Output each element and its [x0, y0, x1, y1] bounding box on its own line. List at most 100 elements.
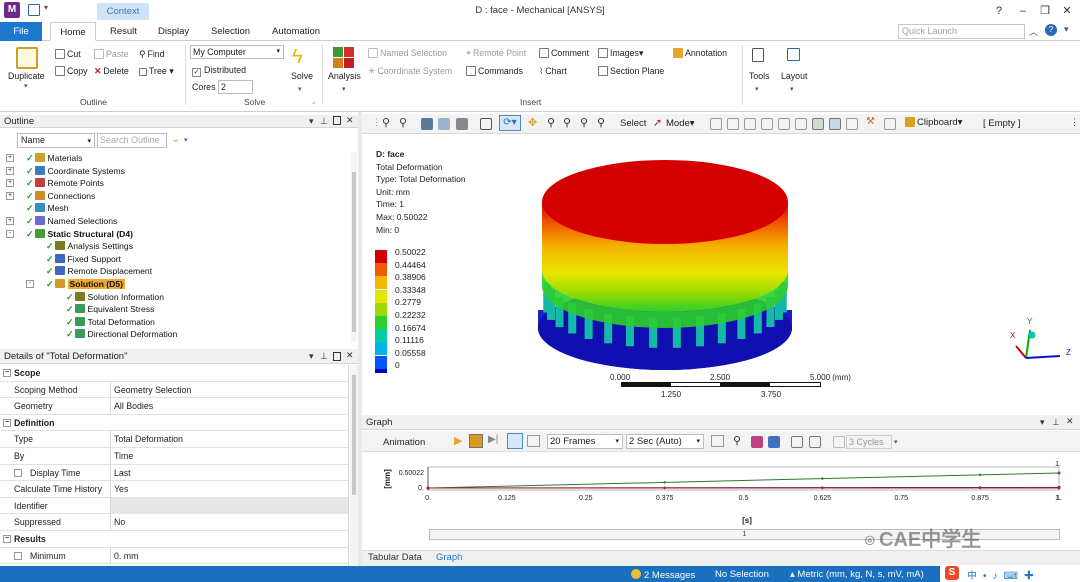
details-row[interactable]: Type Total Deformation	[0, 431, 348, 448]
solve-target-select[interactable]: My Computer ▾	[190, 45, 284, 59]
step-forward-icon[interactable]: ▶|	[488, 434, 498, 445]
tree-item[interactable]: + ✓ Remote Points	[0, 177, 352, 190]
details-row-value[interactable]	[110, 497, 348, 514]
details-row-value[interactable]: Yes	[110, 481, 348, 498]
help-icon[interactable]: ?	[988, 2, 1010, 20]
pane-menu-icon[interactable]: ▾	[309, 116, 314, 127]
pane-menu-icon[interactable]: ▾	[1040, 417, 1045, 428]
expand-icon[interactable]: +	[6, 216, 14, 225]
layout-dropdown-icon[interactable]: ▾	[790, 85, 794, 93]
quick-launch-input[interactable]: Quick Launch	[898, 24, 1025, 39]
scrollbar-thumb[interactable]	[352, 172, 356, 332]
tools-button[interactable]: Tools	[749, 71, 770, 81]
color-scheme-icon[interactable]	[768, 436, 780, 448]
details-row[interactable]: Identifier	[0, 497, 348, 515]
tree-item[interactable]: ✓ Equivalent Stress	[0, 303, 352, 316]
tab-automation[interactable]: Automation	[266, 22, 326, 41]
select-button[interactable]: Select	[620, 118, 646, 129]
details-row-value[interactable]: Total Deformation	[110, 431, 348, 448]
collapse-icon[interactable]: -	[26, 279, 34, 288]
pin-icon[interactable]: ⊥	[320, 351, 328, 362]
outline-search-input[interactable]: Search Outline	[97, 133, 167, 148]
extend-selection-icon[interactable]	[829, 118, 841, 130]
ime-icons[interactable]: 中•♪⌨✚	[967, 567, 1040, 582]
cursor-mode-icon[interactable]: ➚	[653, 116, 662, 129]
chart-button[interactable]: ⌇ Chart	[539, 66, 567, 77]
select-vertex-icon[interactable]	[710, 118, 722, 130]
tree-item[interactable]: - ✓ Static Structural (D4)	[0, 228, 352, 241]
tree-item[interactable]: + ✓ Coordinate Systems	[0, 165, 352, 178]
chart-options-icon[interactable]	[791, 436, 803, 448]
help-button[interactable]: ?	[1045, 24, 1057, 36]
details-row[interactable]: By Time	[0, 447, 348, 465]
commands-button[interactable]: Commands	[466, 66, 523, 76]
coordinate-system-button[interactable]: ✳ Coordinate System	[368, 66, 452, 77]
filter-options-icon[interactable]: ▾	[184, 136, 188, 144]
pan-icon[interactable]: ✥	[528, 116, 537, 129]
pane-menu-icon[interactable]: ▾	[309, 351, 314, 362]
zoom-out-icon[interactable]: ⚲	[399, 116, 407, 129]
tab-tabular-data[interactable]: Tabular Data	[368, 552, 422, 563]
tree-item[interactable]: ✓ Directional Deformation	[0, 328, 352, 341]
expand-icon[interactable]: +	[6, 154, 14, 162]
pin-icon[interactable]: ⊥	[1052, 417, 1060, 428]
rotate-icon[interactable]: ⟳▾	[499, 115, 521, 131]
select-edge-icon[interactable]	[727, 118, 739, 130]
dialog-launcher-icon[interactable]: ⌟	[312, 97, 315, 105]
iso-view-icon[interactable]	[421, 118, 433, 130]
chart-axis-icon[interactable]	[833, 436, 845, 448]
pin-icon[interactable]: ⊥	[320, 116, 328, 127]
details-row-value[interactable]: All Bodies	[110, 398, 348, 415]
view-options-icon[interactable]	[438, 118, 450, 130]
tools-dropdown-icon[interactable]: ▾	[755, 85, 759, 93]
select-body-icon[interactable]	[761, 118, 773, 130]
details-row[interactable]: Minimum 0. mm	[0, 547, 348, 565]
frames-select[interactable]: 20 Frames ▾	[547, 434, 623, 449]
distributed-checkbox[interactable]: ✓ Distributed	[192, 65, 246, 77]
tab-graph[interactable]: Graph	[436, 552, 462, 563]
zoom-icon[interactable]: ⚲	[547, 116, 555, 129]
checkbox-icon[interactable]	[14, 551, 22, 560]
tree-item[interactable]: ✓ Analysis Settings	[0, 240, 352, 253]
label-icon[interactable]	[884, 118, 896, 130]
collapse-icon[interactable]: −	[3, 369, 11, 377]
zoom-reset-icon[interactable]: ⚲	[597, 116, 605, 129]
tree-item[interactable]: - ✓ Solution (D5)	[0, 278, 352, 291]
scrollbar-thumb[interactable]	[352, 375, 356, 495]
zoom-graph-icon[interactable]: ⚲	[733, 434, 741, 447]
select-element-icon[interactable]	[795, 118, 807, 130]
select-all-icon[interactable]	[846, 118, 858, 130]
clipboard-button[interactable]: Clipboard▾	[905, 117, 962, 128]
tab-result[interactable]: Result	[104, 22, 143, 41]
chart-settings-icon[interactable]	[809, 436, 821, 448]
tree-item[interactable]: + ✓ Connections	[0, 190, 352, 203]
annotation-button[interactable]: Annotation	[673, 48, 727, 58]
outline-filter-select[interactable]: Name ▾	[17, 133, 95, 148]
close-icon[interactable]: ✕	[1056, 2, 1078, 20]
distributed-frames-icon[interactable]	[507, 433, 523, 449]
stop-icon[interactable]	[469, 434, 483, 448]
solve-button[interactable]: Solve	[291, 71, 313, 81]
zoom-in-icon[interactable]: ⚲	[382, 116, 390, 129]
delete-button[interactable]: ✕ Delete	[94, 66, 129, 77]
select-face-icon[interactable]	[744, 118, 756, 130]
images-button[interactable]: Images▾	[598, 48, 643, 59]
collapse-icon[interactable]: −	[3, 418, 11, 427]
legend-toggle-icon[interactable]	[751, 436, 763, 448]
export-icon[interactable]	[711, 435, 724, 447]
details-section-header[interactable]: − Definition	[0, 414, 348, 432]
expand-icon[interactable]: +	[6, 179, 14, 188]
pane-close-icon[interactable]: ✕	[346, 350, 354, 361]
messages-status[interactable]: 2 Messages	[631, 569, 695, 581]
find-button[interactable]: ⚲ Find	[139, 49, 165, 60]
play-icon[interactable]: ▶	[454, 434, 462, 447]
camera-icon[interactable]	[456, 118, 468, 130]
details-row[interactable]: Display Time Last	[0, 464, 348, 482]
checkbox-icon[interactable]	[14, 468, 22, 477]
tree-item[interactable]: ✓ Fixed Support	[0, 253, 352, 266]
outline-scrollbar[interactable]	[351, 152, 357, 342]
details-row[interactable]: Geometry All Bodies	[0, 398, 348, 415]
result-frames-icon[interactable]	[527, 435, 540, 447]
collapse-ribbon-icon[interactable]: ︿	[1029, 25, 1038, 38]
pane-close-icon[interactable]: ✕	[346, 115, 354, 126]
